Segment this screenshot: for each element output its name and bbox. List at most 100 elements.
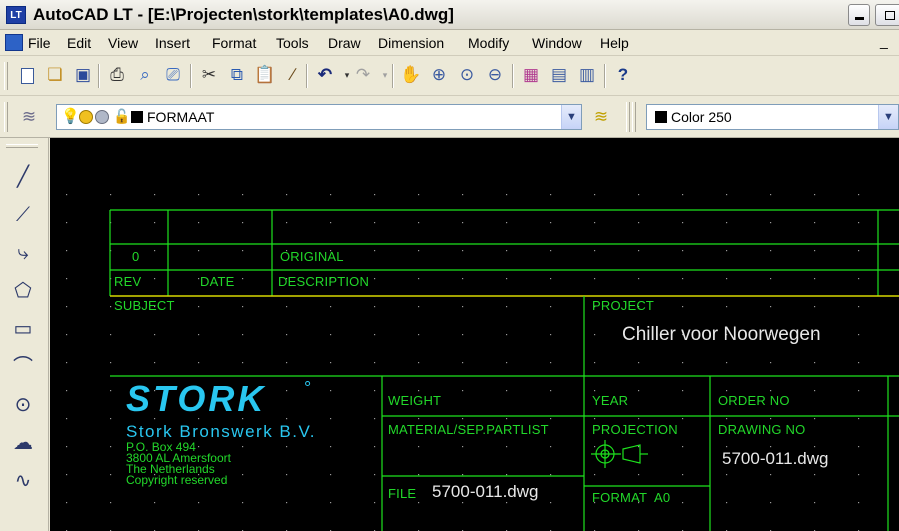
- drawing-area-top[interactable]: [50, 138, 899, 186]
- restore-button[interactable]: [875, 4, 899, 26]
- autocad-window: LT AutoCAD LT - [E:\Projecten\stork\temp…: [0, 0, 899, 531]
- chevron-down-icon[interactable]: ▼: [561, 105, 581, 129]
- color-swatch: [655, 111, 667, 123]
- standard-toolbar: ❏ ▣ ⎙ ⌕ ⎚ ✂ ⧉ 📋 ∕ ↶ ▾ ↷ ▾ ✋ ⊕ ⊙ ⊖ ▦ ▤ ▥ …: [0, 56, 899, 96]
- menu-view[interactable]: View: [108, 35, 138, 51]
- original-text: ORIGINAL: [280, 249, 344, 264]
- minimize-button[interactable]: [848, 4, 870, 26]
- date-header: DATE: [200, 274, 235, 289]
- construction-line-icon[interactable]: ⟋: [8, 200, 38, 230]
- description-header: DESCRIPTION: [278, 274, 370, 289]
- match-properties-icon[interactable]: ∕: [280, 62, 306, 88]
- cut-icon[interactable]: ✂: [196, 62, 222, 88]
- file-label: FILE: [388, 486, 417, 501]
- menu-file[interactable]: File: [28, 35, 51, 51]
- redo-dropdown[interactable]: ▾: [372, 62, 398, 88]
- chevron-down-icon[interactable]: ▼: [878, 105, 898, 129]
- menu-dimension[interactable]: Dimension: [378, 35, 444, 51]
- project-name: Chiller voor Noorwegen: [622, 324, 821, 345]
- zoom-previous-icon[interactable]: ⊖: [482, 62, 508, 88]
- layer-color-swatch: [131, 111, 143, 123]
- restore-icon: [885, 11, 895, 21]
- rectangle-icon[interactable]: ▭: [8, 314, 38, 344]
- menu-edit[interactable]: Edit: [67, 35, 91, 51]
- format-label: FORMAT: [592, 490, 648, 505]
- title-bar[interactable]: LT AutoCAD LT - [E:\Projecten\stork\temp…: [0, 0, 899, 30]
- zoom-realtime-icon[interactable]: ⊕: [426, 62, 452, 88]
- format-value: A0: [654, 490, 671, 505]
- menu-bar: File Edit View Insert Format Tools Draw …: [0, 30, 899, 56]
- toolbar-grip[interactable]: [632, 102, 636, 132]
- document-minimize-button[interactable]: _: [880, 33, 888, 49]
- properties-icon[interactable]: ▦: [518, 62, 544, 88]
- drawing-area[interactable]: 0 ORIGINAL REV DATE DESCRIPTION SUBJECT …: [50, 186, 899, 531]
- projection-symbol: [591, 440, 648, 468]
- color-dropdown[interactable]: Color 250 ▼: [646, 104, 899, 130]
- design-center-icon[interactable]: ▤: [546, 62, 572, 88]
- save-icon[interactable]: ▣: [70, 62, 96, 88]
- make-object-layer-current-icon[interactable]: ≋: [588, 104, 614, 130]
- menu-window[interactable]: Window: [532, 35, 582, 51]
- toolbar-separator: [392, 64, 394, 88]
- projection-label: PROJECTION: [592, 422, 678, 437]
- freeze-viewport-icon[interactable]: [95, 110, 109, 124]
- menu-insert[interactable]: Insert: [155, 35, 190, 51]
- toolbar-grip[interactable]: [4, 102, 8, 132]
- new-icon[interactable]: [14, 62, 40, 88]
- paste-icon[interactable]: 📋: [252, 62, 278, 88]
- minimize-icon: [854, 17, 864, 21]
- weight-label: WEIGHT: [388, 393, 442, 408]
- project-label: PROJECT: [592, 298, 655, 313]
- arc-icon[interactable]: ⌒: [8, 352, 38, 382]
- toolbar-grip[interactable]: [4, 62, 8, 90]
- line-icon[interactable]: ╱: [8, 162, 38, 192]
- toolbar-separator: [306, 64, 308, 88]
- subject-label: SUBJECT: [114, 298, 175, 313]
- document-icon[interactable]: [5, 34, 23, 51]
- layer-dropdown[interactable]: 💡 🔓 FORMAAT ▼: [56, 104, 582, 130]
- circle-icon[interactable]: ⊙: [8, 390, 38, 420]
- toolbar-separator: [190, 64, 192, 88]
- menu-draw[interactable]: Draw: [328, 35, 361, 51]
- help-icon[interactable]: ?: [610, 62, 636, 88]
- print-preview-icon[interactable]: ⌕: [132, 62, 158, 88]
- polyline-icon[interactable]: ⤷: [8, 238, 38, 268]
- tool-palettes-icon[interactable]: ▥: [574, 62, 600, 88]
- open-icon[interactable]: ❏: [42, 62, 68, 88]
- toolbar-separator: [98, 64, 100, 88]
- layers-toolbar: ≋ 💡 🔓 FORMAAT ▼ ≋ Color 250 ▼: [0, 96, 899, 138]
- layer-manager-icon[interactable]: ≋: [16, 104, 42, 130]
- toolbar-separator: [604, 64, 606, 88]
- zoom-window-icon[interactable]: ⊙: [454, 62, 480, 88]
- print-icon[interactable]: ⎙: [104, 62, 130, 88]
- year-label: YEAR: [592, 393, 629, 408]
- draw-toolbar: ╱ ⟋ ⤷ ⬠ ▭ ⌒ ⊙ ☁ ∿: [0, 138, 49, 531]
- current-layer-name: FORMAAT: [147, 109, 215, 125]
- menu-format[interactable]: Format: [212, 35, 256, 51]
- publish-icon[interactable]: ⎚: [160, 62, 186, 88]
- order-no-label: ORDER NO: [718, 393, 790, 408]
- drawing-no-label: DRAWING NO: [718, 422, 806, 437]
- company-name: Stork Bronswerk B.V.: [126, 422, 316, 441]
- autocad-lt-icon: LT: [6, 6, 26, 24]
- copy-icon[interactable]: ⧉: [224, 62, 250, 88]
- menu-modify[interactable]: Modify: [468, 35, 509, 51]
- file-value: 5700-011.dwg: [432, 482, 539, 501]
- freeze-sun-icon[interactable]: [79, 110, 93, 124]
- polygon-icon[interactable]: ⬠: [8, 276, 38, 306]
- layer-on-icon[interactable]: 💡: [61, 107, 80, 125]
- copyright-text: Copyright reserved: [126, 473, 228, 487]
- material-label: MATERIAL/SEP.PARTLIST: [388, 422, 549, 437]
- toolbar-separator: [512, 64, 514, 88]
- stork-logo-mark: °: [304, 378, 312, 398]
- spline-icon[interactable]: ∿: [8, 466, 38, 496]
- lock-icon[interactable]: 🔓: [113, 108, 130, 125]
- current-color-name: Color 250: [671, 109, 732, 125]
- menu-help[interactable]: Help: [600, 35, 629, 51]
- pan-icon[interactable]: ✋: [398, 62, 424, 88]
- toolbar-grip[interactable]: [6, 144, 38, 148]
- revision-value: 0: [132, 249, 140, 264]
- toolbar-grip[interactable]: [626, 102, 630, 132]
- menu-tools[interactable]: Tools: [276, 35, 309, 51]
- revision-cloud-icon[interactable]: ☁: [8, 428, 38, 458]
